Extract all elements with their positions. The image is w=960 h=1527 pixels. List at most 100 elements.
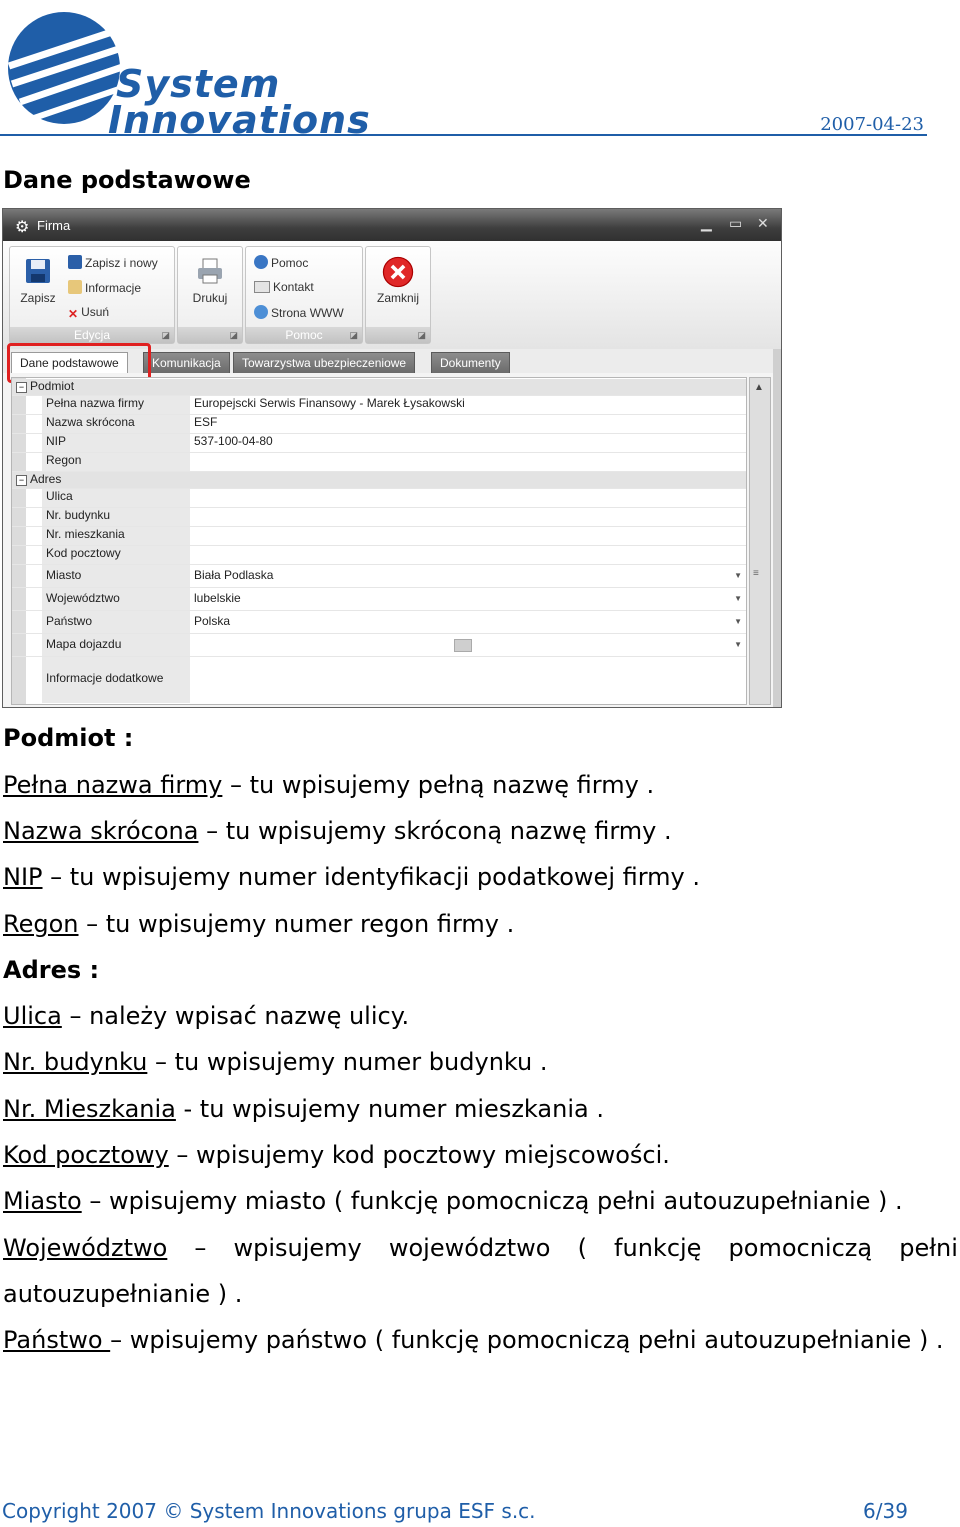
row-label: NIP (42, 434, 190, 452)
header-date: 2007-04-23 (820, 114, 924, 135)
desc-line-street: Ulica – należy wpisać nazwę ulicy. (3, 1001, 409, 1031)
term-link[interactable]: Nr. Mieszkania (3, 1095, 176, 1123)
term-link[interactable]: Miasto (3, 1187, 82, 1215)
website-button[interactable]: Strona WWW (254, 305, 344, 320)
print-button[interactable]: Drukuj (184, 257, 236, 305)
help-button[interactable]: Pomoc (254, 255, 308, 270)
grid-row[interactable]: Nazwa skrócona ESF (12, 415, 746, 434)
save-new-label: Zapisz i nowy (85, 256, 158, 270)
row-label: Pełna nazwa firmy (42, 396, 190, 414)
contact-label: Kontakt (273, 280, 314, 294)
company-logo: System Innovations (4, 8, 374, 140)
desc-line-building: Nr. budynku – tu wpisujemy numer budynku… (3, 1047, 548, 1077)
term-link[interactable]: Ulica (3, 1002, 62, 1030)
collapse-icon[interactable]: − (16, 475, 27, 486)
desc-line-regon: Regon – tu wpisujemy numer regon firmy . (3, 909, 514, 939)
grid-scrollbar[interactable]: ▲ ≡ (749, 377, 771, 705)
term-link[interactable]: Kod pocztowy (3, 1141, 169, 1169)
grid-row[interactable]: Kod pocztowy (12, 546, 746, 565)
page-number: 6/39 (863, 1499, 908, 1523)
term-link[interactable]: Regon (3, 910, 79, 938)
close-button[interactable]: Zamknij (370, 255, 426, 305)
grid-row[interactable]: Informacje dodatkowe (12, 657, 746, 703)
maximize-icon[interactable]: ▭ (729, 215, 742, 232)
help-label: Pomoc (271, 256, 309, 270)
envelope-icon (254, 281, 270, 293)
grid-row[interactable]: Nr. mieszkania (12, 527, 746, 546)
ribbon-group-print: Drukuj ◪ (177, 246, 243, 344)
close-window-icon[interactable]: ✕ (757, 215, 769, 232)
scroll-grip-icon[interactable]: ≡ (753, 568, 759, 579)
tab-komunikacja[interactable]: Komunikacja (143, 352, 230, 373)
row-label: Ulica (42, 489, 190, 507)
website-label: Strona WWW (271, 306, 344, 320)
dropdown-arrow-icon[interactable]: ▼ (734, 594, 742, 603)
desc-text: - tu wpisujemy numer mieszkania . (175, 1095, 604, 1123)
desc-line-postcode: Kod pocztowy – wpisujemy kod pocztowy mi… (3, 1140, 670, 1170)
footer-copyright: Copyright 2007 © System Innovations grup… (2, 1499, 536, 1523)
category-podmiot[interactable]: − Podmiot (12, 379, 746, 396)
grid-row[interactable]: Województwo lubelskie ▼ (12, 588, 746, 611)
group-caption-edycja: Edycja ◪ (10, 327, 174, 343)
tab-dokumenty[interactable]: Dokumenty (431, 352, 510, 373)
save-new-button[interactable]: Zapisz i nowy (68, 255, 158, 270)
group-caption-pomoc: Pomoc ◪ (246, 327, 362, 343)
desc-word: pełni (899, 1234, 958, 1262)
term-link[interactable]: Pełna nazwa firmy (3, 771, 222, 799)
close-label: Zamknij (376, 291, 419, 305)
group-caption-print: ◪ (178, 327, 242, 343)
grid-row[interactable]: Nr. budynku (12, 508, 746, 527)
dropdown-arrow-icon[interactable]: ▼ (734, 571, 742, 580)
image-placeholder-icon (454, 639, 472, 652)
row-value[interactable]: Polska (194, 614, 230, 628)
desc-text: – tu wpisujemy pełną nazwę firmy . (222, 771, 655, 799)
adres-heading: Adres : (3, 956, 100, 984)
row-label: Informacje dodatkowe (42, 657, 190, 703)
row-value[interactable]: Biała Podlaska (194, 568, 273, 582)
info-icon (68, 280, 82, 294)
row-value[interactable]: lubelskie (194, 591, 241, 605)
desc-text: – tu wpisujemy numer regon firmy . (78, 910, 515, 938)
close-icon (382, 256, 414, 288)
delete-label: Usuń (81, 305, 110, 319)
row-value[interactable]: ESF (194, 415, 217, 429)
dropdown-arrow-icon[interactable]: ▼ (734, 617, 742, 626)
grid-row[interactable]: Pełna nazwa firmy Europejscki Serwis Fin… (12, 396, 746, 415)
term-link[interactable]: NIP (3, 863, 43, 891)
gear-icon: ⚙ (15, 219, 30, 236)
grid-row[interactable]: Ulica (12, 489, 746, 508)
row-value[interactable]: 537-100-04-80 (194, 434, 273, 448)
row-label: Państwo (42, 611, 190, 633)
term-link[interactable]: Województwo (3, 1234, 167, 1262)
grid-row[interactable]: Miasto Biała Podlaska ▼ (12, 565, 746, 588)
desc-word: województwo (388, 1234, 551, 1262)
desc-line-voivodeship-cont: autouzupełnianie ) . (3, 1280, 243, 1308)
term-link[interactable]: Nazwa skrócona (3, 817, 198, 845)
window-title: Firma (37, 218, 71, 233)
info-button[interactable]: Informacje (68, 280, 141, 295)
property-grid: − Podmiot Pełna nazwa firmy Europejscki … (11, 377, 747, 705)
grid-row[interactable]: Państwo Polska ▼ (12, 611, 746, 634)
minimize-icon[interactable]: ▁ (701, 215, 712, 232)
dropdown-arrow-icon[interactable]: ▼ (734, 640, 742, 649)
collapse-icon[interactable]: − (16, 382, 27, 393)
grid-row[interactable]: Regon (12, 453, 746, 472)
save-button[interactable]: Zapisz (16, 257, 60, 305)
category-label: Adres (30, 472, 62, 486)
window-titlebar: ⚙ Firma ▁ ▭ ✕ (3, 209, 781, 241)
row-value[interactable]: Europejscki Serwis Finansowy - Marek Łys… (194, 396, 465, 410)
tab-towarzystwa[interactable]: Towarzystwa ubezpieczeniowe (233, 352, 416, 373)
row-label: Województwo (42, 588, 190, 610)
delete-button[interactable]: ✕ Usuń (68, 305, 109, 321)
contact-button[interactable]: Kontakt (254, 280, 314, 294)
category-adres[interactable]: − Adres (12, 472, 746, 489)
row-label: Kod pocztowy (42, 546, 190, 564)
grid-row[interactable]: Mapa dojazdu ▼ (12, 634, 746, 657)
grid-row[interactable]: NIP 537-100-04-80 (12, 434, 746, 453)
term-link[interactable]: Nr. budynku (3, 1048, 147, 1076)
scroll-up-icon[interactable]: ▲ (754, 382, 764, 393)
desc-text: – wpisujemy miasto ( funkcję pomocniczą … (81, 1187, 903, 1215)
row-label: Nr. mieszkania (42, 527, 190, 545)
desc-line-full-name: Pełna nazwa firmy – tu wpisujemy pełną n… (3, 770, 654, 800)
term-link[interactable]: Państwo (3, 1326, 110, 1354)
